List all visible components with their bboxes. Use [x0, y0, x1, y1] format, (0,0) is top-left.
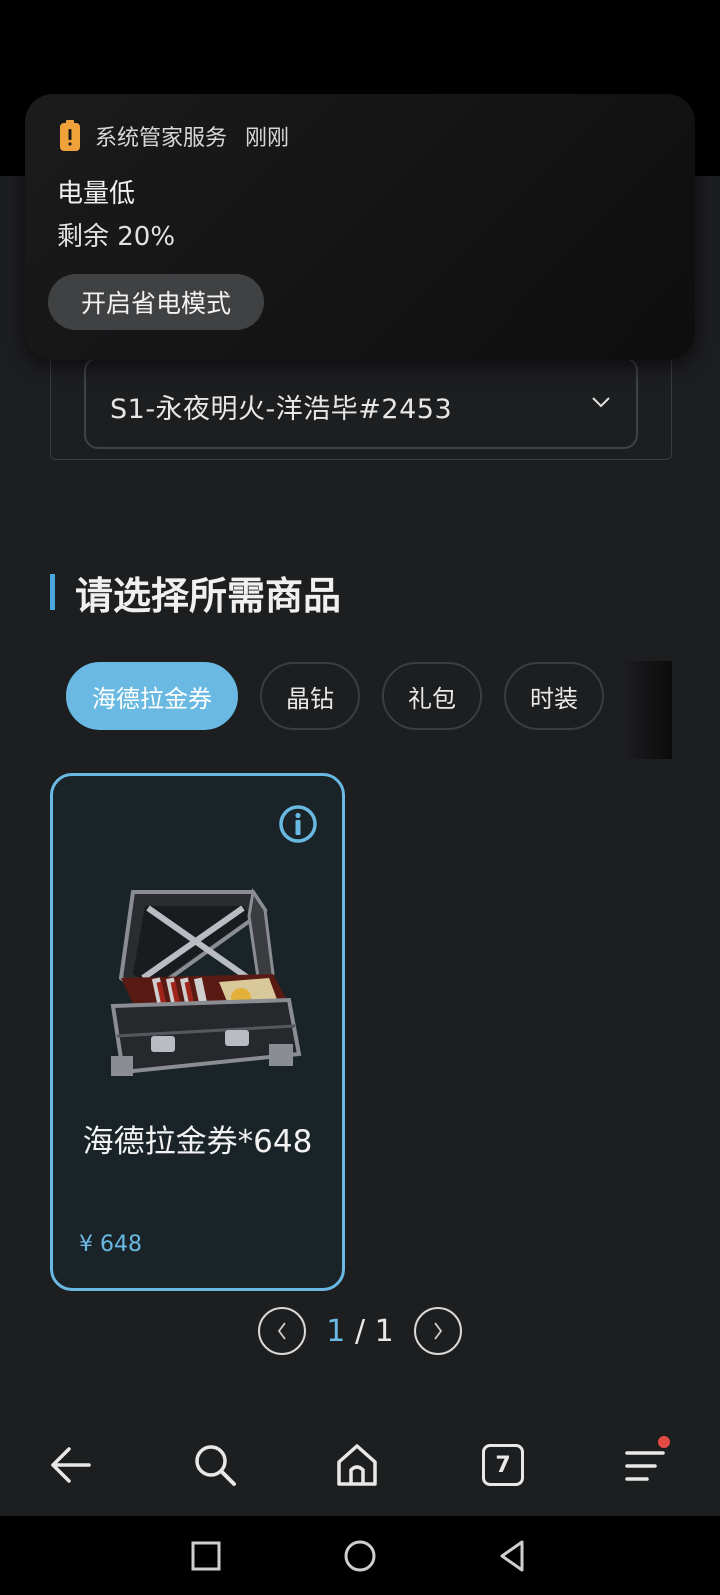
search-icon — [195, 1445, 236, 1486]
total-pages: 1 — [374, 1313, 394, 1349]
home-circle-icon[interactable] — [342, 1538, 378, 1574]
category-tabs: 海德拉金券 晶钻 礼包 时装 — [66, 662, 604, 730]
menu-button[interactable] — [620, 1436, 670, 1490]
page-indicator: 1 / 1 — [306, 1314, 414, 1349]
system-navigation-bar — [0, 1516, 720, 1595]
server-select-dropdown[interactable]: S1-永夜明火-洋浩毕#2453 — [84, 357, 638, 449]
notification-time: 刚刚 — [245, 126, 290, 151]
search-button[interactable] — [190, 1440, 240, 1490]
notification-body: 剩余 20% — [57, 222, 176, 252]
back-button[interactable] — [46, 1440, 96, 1490]
tabs-icon: 7 — [482, 1444, 524, 1486]
tabs-scroll-fade — [622, 661, 672, 759]
tab-gift-pack[interactable]: 礼包 — [382, 662, 482, 730]
info-icon[interactable] — [278, 804, 318, 844]
briefcase-item-image — [110, 888, 302, 1076]
tab-crystal-diamond[interactable]: 晶钻 — [260, 662, 360, 730]
chevron-down-icon — [592, 397, 610, 408]
chevron-left-icon — [277, 1322, 286, 1340]
battery-low-icon — [60, 120, 80, 151]
product-name: 海德拉金券*648 — [82, 1124, 313, 1160]
section-title-accent-bar — [50, 574, 55, 610]
notification-dot — [658, 1436, 670, 1448]
tab-fashion[interactable]: 时装 — [504, 662, 604, 730]
previous-page-button[interactable] — [258, 1307, 306, 1355]
page-separator: / — [354, 1313, 366, 1349]
section-title-text: 请选择所需商品 — [75, 573, 342, 618]
back-arrow-icon — [51, 1447, 91, 1483]
current-page: 1 — [326, 1313, 346, 1349]
product-price: ¥ 648 — [79, 1232, 142, 1257]
notification-header: 系统管家服务 刚刚 — [59, 118, 289, 154]
tab-hydra-gold-voucher[interactable]: 海德拉金券 — [66, 662, 238, 730]
browser-toolbar: 7 — [0, 1416, 720, 1516]
server-select-value: S1-永夜明火-洋浩毕#2453 — [110, 394, 453, 425]
menu-icon — [625, 1451, 665, 1481]
notification-app-name: 系统管家服务 — [95, 126, 228, 151]
recent-apps-icon[interactable] — [188, 1538, 224, 1574]
tabs-button[interactable]: 7 — [478, 1440, 528, 1490]
enable-power-saving-button[interactable]: 开启省电模式 — [48, 274, 264, 330]
pagination: 1 / 1 — [258, 1306, 462, 1356]
home-icon — [337, 1444, 377, 1486]
low-battery-notification[interactable]: 系统管家服务 刚刚 电量低 剩余 20% 开启省电模式 — [25, 94, 695, 360]
notification-title: 电量低 — [57, 179, 136, 209]
next-page-button[interactable] — [414, 1307, 462, 1355]
home-button[interactable] — [332, 1440, 382, 1490]
product-card[interactable]: 海德拉金券*648 ¥ 648 — [50, 773, 345, 1291]
back-triangle-icon[interactable] — [494, 1538, 530, 1574]
section-title: 请选择所需商品 — [50, 570, 341, 618]
chevron-right-icon — [434, 1322, 443, 1340]
